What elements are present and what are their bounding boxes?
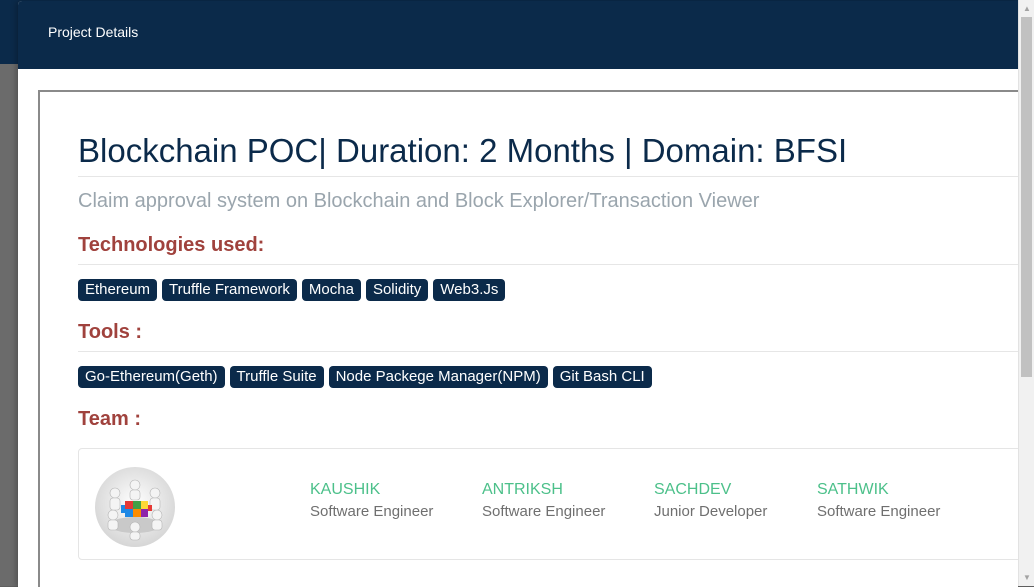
tools-divider (78, 351, 1018, 352)
technology-tag: Truffle Framework (162, 279, 297, 301)
tool-tag: Truffle Suite (229, 366, 324, 388)
title-divider (78, 176, 1018, 177)
member-role: Software Engineer (310, 503, 434, 520)
team-member: KAUSHIK Software Engineer (310, 479, 433, 523)
vertical-scrollbar[interactable]: ▲ ▼ (1018, 0, 1034, 586)
tool-tag: Git Bash CLI (552, 366, 652, 388)
tool-tag: Go-Ethereum(Geth) (78, 366, 225, 388)
project-card: Blockchain POC| Duration: 2 Months | Dom… (38, 90, 1018, 587)
technology-tag: Mocha (301, 279, 361, 301)
technologies-heading: Technologies used: (78, 234, 265, 256)
tools-heading: Tools : (78, 321, 143, 343)
tools-tag-list: Go-Ethereum(Geth) Truffle Suite Node Pac… (78, 366, 652, 388)
team-panel: KAUSHIK Software Engineer ANTRIKSH Softw… (78, 448, 1018, 560)
team-puzzle-icon (95, 467, 175, 547)
member-role: Junior Developer (654, 503, 768, 520)
member-role: Software Engineer (817, 503, 941, 520)
member-name: KAUSHIK (310, 481, 381, 498)
team-member: SACHDEV Junior Developer (654, 479, 767, 523)
scrollbar-thumb[interactable] (1021, 17, 1032, 377)
project-details-modal: Project Details Blockchain POC| Duration… (18, 1, 1018, 587)
project-subtitle: Claim approval system on Blockchain and … (78, 190, 760, 212)
modal-title: Project Details (48, 24, 139, 40)
member-name: SATHWIK (817, 481, 889, 498)
project-title: Blockchain POC| Duration: 2 Months | Dom… (78, 132, 848, 169)
member-name: ANTRIKSH (482, 481, 563, 498)
member-name: SACHDEV (654, 481, 732, 498)
team-heading: Team : (78, 408, 141, 430)
technologies-divider (78, 264, 1018, 265)
team-member: ANTRIKSH Software Engineer (482, 479, 605, 523)
technology-tag: Web3.Js (433, 279, 506, 301)
technology-tag: Ethereum (78, 279, 158, 301)
technology-tag: Solidity (365, 279, 429, 301)
member-role: Software Engineer (482, 503, 606, 520)
scroll-down-arrow-icon[interactable]: ▼ (1019, 569, 1034, 586)
scroll-up-arrow-icon[interactable]: ▲ (1019, 0, 1034, 17)
tool-tag: Node Packege Manager(NPM) (328, 366, 548, 388)
team-member: SATHWIK Software Engineer (817, 479, 940, 523)
technologies-tag-list: Ethereum Truffle Framework Mocha Solidit… (78, 279, 506, 301)
modal-header: Project Details (18, 1, 1018, 69)
